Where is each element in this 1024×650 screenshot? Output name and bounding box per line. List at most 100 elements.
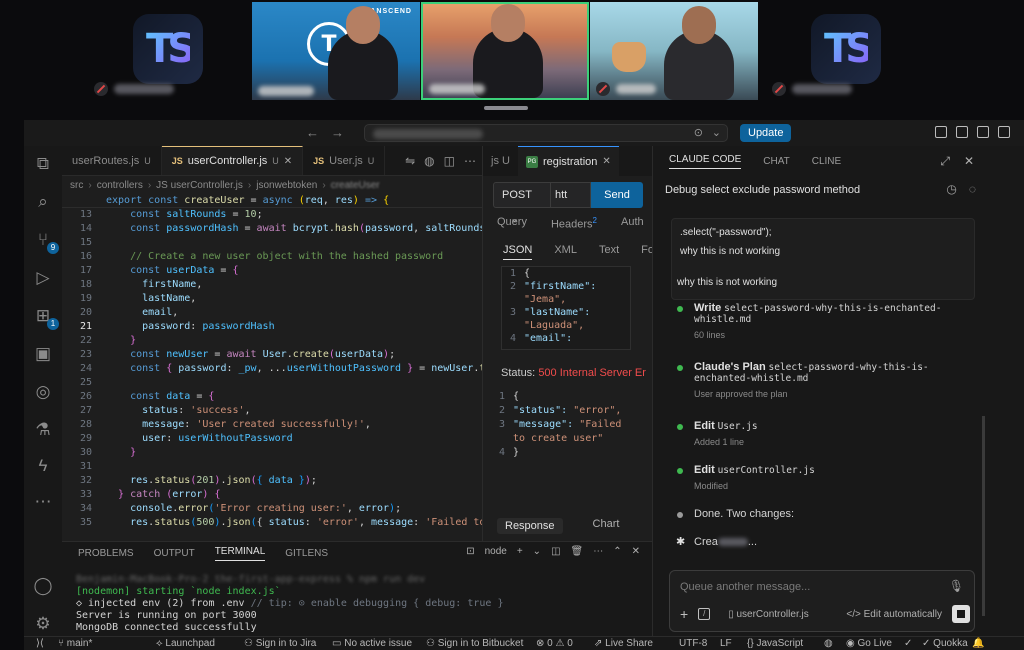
tab-output[interactable]: OUTPUT <box>154 548 195 559</box>
composer-input[interactable]: Queue another message... <box>680 581 810 593</box>
remote-indicator-icon[interactable]: ⟩⟨ <box>36 638 44 649</box>
new-chat-icon[interactable]: ◌ <box>969 182 976 196</box>
tab-chat[interactable]: CHAT <box>763 156 789 167</box>
scrollbar[interactable] <box>982 416 985 616</box>
request-body-editor[interactable]: 1{ 2 "firstName": "Jema", 3 "lastName": … <box>501 266 631 350</box>
copilot-icon[interactable]: ⊙ <box>694 126 703 139</box>
method-select[interactable]: POST ⌄ <box>493 182 551 225</box>
tab-json[interactable]: JSON <box>503 244 533 260</box>
expand-icon[interactable]: ⤢ <box>940 154 950 169</box>
language-mode[interactable]: {} JavaScript <box>747 638 803 649</box>
testing-icon[interactable]: ⚗ <box>33 420 53 440</box>
eol[interactable]: LF <box>720 638 732 649</box>
response-body[interactable]: 1{ 2 "status": "error", 3 "message": "Fa… <box>491 390 651 460</box>
live-share[interactable]: ⇗ Live Share <box>594 638 653 649</box>
go-live[interactable]: ◉ Go Live <box>846 638 892 649</box>
url-input[interactable]: htt <box>551 182 591 208</box>
prettier-icon[interactable]: ✓ <box>904 638 912 649</box>
participant-tile-1[interactable]: TS <box>88 2 248 100</box>
compare-icon[interactable]: ⇋ <box>405 154 415 168</box>
search-icon[interactable]: ⌕ <box>33 192 53 212</box>
extensions-icon[interactable]: ⊞ 1 <box>33 306 59 330</box>
message-composer[interactable]: Queue another message... 🎙 + / ▯ userCon… <box>669 570 975 632</box>
microphone-icon[interactable]: 🎙 <box>949 579 964 593</box>
encoding[interactable]: UTF-8 <box>679 638 707 649</box>
code-editor[interactable]: export const createUser = async (req, re… <box>62 194 504 530</box>
toggle-secondary-sidebar-icon[interactable] <box>977 126 989 138</box>
breadcrumb-item[interactable]: JS userController.js <box>156 180 243 191</box>
breadcrumb-item[interactable]: createUser <box>331 180 380 191</box>
tab-user-routes[interactable]: userRoutes.js U <box>62 146 162 175</box>
edit-mode-toggle[interactable]: </> Edit automatically <box>846 609 942 620</box>
stop-button[interactable] <box>952 605 970 623</box>
chevron-down-icon[interactable]: ⌄ <box>533 546 541 557</box>
remote-explorer-icon[interactable]: ▣ <box>33 344 53 364</box>
terminal-output[interactable]: Benjamin-MacBook-Pro-2 the-first-app-exp… <box>62 564 652 634</box>
close-icon[interactable]: ✕ <box>602 156 610 167</box>
breadcrumb-item[interactable]: jsonwebtoken <box>256 180 317 191</box>
tab-query[interactable]: Query <box>497 216 527 231</box>
command-center[interactable]: ⊙ ⌄ <box>364 124 728 142</box>
update-button[interactable]: Update <box>740 124 792 142</box>
launchpad[interactable]: ⟡ Launchpad <box>156 638 215 649</box>
tab-auth[interactable]: Auth <box>621 216 644 231</box>
terminal-name[interactable]: node <box>485 546 507 557</box>
history-icon[interactable]: ◷ <box>946 182 956 196</box>
tab-cline[interactable]: CLINE <box>812 156 841 167</box>
send-button[interactable]: Send <box>591 182 643 208</box>
chevron-down-icon[interactable]: ⌄ <box>712 126 721 139</box>
split-editor-icon[interactable]: ◫ <box>444 154 455 168</box>
bitbucket-signin[interactable]: ⚇ Sign in to Bitbucket <box>426 638 523 649</box>
close-icon[interactable]: ✕ <box>632 546 640 557</box>
tab-chart[interactable]: Chart <box>593 518 620 534</box>
tab-text[interactable]: Text <box>599 244 619 260</box>
tab-user-controller[interactable]: JS userController.js U ✕ <box>161 146 304 175</box>
step-edit-controller[interactable]: Edit userController.js Modified <box>677 464 974 491</box>
quokka[interactable]: ✓ Quokka <box>922 638 968 649</box>
account-icon[interactable]: ◯ <box>33 576 53 596</box>
gitlens-icon[interactable]: ◎ <box>33 382 53 402</box>
participant-tile-3[interactable] <box>421 2 589 100</box>
explorer-icon[interactable]: ⧉ <box>33 154 53 174</box>
strip-drag-handle[interactable] <box>484 106 528 110</box>
forward-arrow-icon[interactable]: → <box>331 125 344 140</box>
tab-headers[interactable]: Headers2 <box>551 216 597 231</box>
close-icon[interactable]: ✕ <box>964 154 974 169</box>
add-context-icon[interactable]: + <box>680 606 688 622</box>
tab-user-model[interactable]: JS User.js U <box>303 146 386 175</box>
toggle-panel-icon[interactable] <box>956 126 968 138</box>
step-write[interactable]: Write select-password-why-this-is-enchan… <box>677 302 974 340</box>
tab-previous[interactable]: js U <box>483 146 518 176</box>
split-terminal-icon[interactable]: ◫ <box>551 546 560 557</box>
problems-count[interactable]: ⊗ 0 ⚠ 0 <box>536 638 573 649</box>
tab-registration[interactable]: PG registration ✕ <box>517 146 619 176</box>
maximize-icon[interactable]: ⌃ <box>613 546 621 557</box>
breadcrumb-item[interactable]: controllers <box>97 180 143 191</box>
back-arrow-icon[interactable]: ← <box>306 125 319 140</box>
slash-command-icon[interactable]: / <box>698 608 711 620</box>
more-icon[interactable]: ⋯ <box>33 492 53 512</box>
jira-signin[interactable]: ⚇ Sign in to Jira <box>244 638 316 649</box>
active-issue[interactable]: ▭ No active issue <box>332 638 412 649</box>
sticky-scroll-line[interactable]: export const createUser = async (req, re… <box>62 194 482 208</box>
more-actions-icon[interactable]: ⋯ <box>464 154 476 168</box>
participant-tile-4[interactable] <box>590 2 758 100</box>
branch-indicator[interactable]: ⑂ main* <box>58 638 92 649</box>
tab-claude-code[interactable]: CLAUDE CODE <box>669 154 742 169</box>
customize-layout-icon[interactable] <box>998 126 1010 138</box>
tab-response[interactable]: Response <box>497 518 563 534</box>
participant-tile-2[interactable]: T TRANSCEND <box>252 2 420 100</box>
trash-icon[interactable]: 🗑 <box>571 546 584 557</box>
participant-tile-5[interactable]: TS <box>766 2 926 100</box>
close-icon[interactable]: ✕ <box>284 156 292 167</box>
source-control-icon[interactable]: ⑂ 9 <box>33 230 59 254</box>
settings-gear-icon[interactable]: ⚙ <box>33 614 53 634</box>
file-chip[interactable]: ▯ userController.js <box>728 609 809 620</box>
copilot-status-icon[interactable]: ◍ <box>424 154 434 168</box>
step-edit-user[interactable]: Edit User.js Added 1 line <box>677 420 974 447</box>
more-icon[interactable]: ⋯ <box>593 546 603 557</box>
tab-gitlens[interactable]: GITLENS <box>285 548 328 559</box>
notifications-icon[interactable]: 🔔 <box>972 638 984 649</box>
thunder-client-icon[interactable]: ϟ <box>33 456 53 476</box>
copilot-icon[interactable]: ◍ <box>824 638 833 649</box>
